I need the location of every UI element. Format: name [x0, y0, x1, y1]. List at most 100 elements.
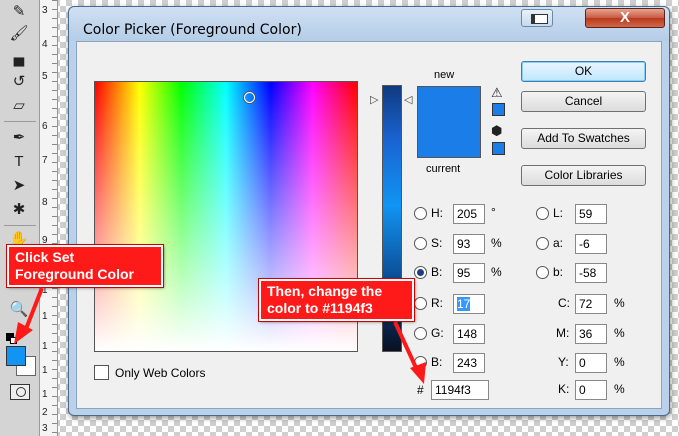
eraser-icon[interactable]: ▱	[6, 96, 32, 116]
ruler-number: 1	[42, 389, 48, 400]
red-field[interactable]: 17	[453, 294, 485, 314]
new-color-label: new	[434, 69, 455, 81]
lab-l-field[interactable]: 59	[575, 204, 607, 224]
default-colors-icon[interactable]	[6, 333, 17, 344]
quick-mask-icon[interactable]	[10, 384, 30, 400]
cyan-label: C:	[558, 296, 570, 310]
ruler-number: 1	[42, 311, 48, 322]
ruler-number: 3	[42, 423, 48, 434]
gamut-color-swatch[interactable]	[492, 103, 505, 116]
lab-b-label: b:	[553, 265, 564, 279]
lab-b-radio[interactable]	[536, 266, 549, 279]
percent-unit: %	[491, 265, 502, 279]
only-web-colors-checkbox[interactable]	[94, 365, 109, 380]
lab-b-field[interactable]: -58	[575, 263, 607, 283]
current-color-label: current	[426, 163, 461, 175]
ruler-number: 5	[42, 71, 48, 82]
lab-a-field[interactable]: -6	[575, 234, 607, 254]
history-brush-icon[interactable]: ↺	[6, 72, 32, 92]
black-label: K:	[558, 382, 570, 396]
percent-unit: %	[614, 326, 625, 340]
degree-unit: °	[491, 205, 496, 219]
saturation-field[interactable]: 93	[453, 234, 485, 254]
color-libraries-button[interactable]: Color Libraries	[521, 165, 646, 186]
blue-radio[interactable]	[414, 356, 427, 369]
ruler-number: 2	[42, 407, 48, 418]
close-button[interactable]: X	[585, 8, 665, 28]
callout-line: Then, change the	[267, 283, 383, 299]
lab-l-label: L:	[553, 206, 564, 220]
percent-unit: %	[614, 382, 625, 396]
color-preview	[417, 86, 481, 158]
dialog-titlebar[interactable]: Color Picker (Foreground Color) X	[69, 7, 669, 41]
ruler-number: 4	[42, 39, 48, 50]
black-field[interactable]: 0	[575, 380, 607, 400]
yellow-label: Y:	[558, 355, 569, 369]
blue-field[interactable]: 243	[453, 353, 485, 373]
callout-change-color: Then, change the color to #1194f3	[259, 279, 414, 321]
hex-field[interactable]: 1194f3	[431, 380, 489, 400]
brightness-radio[interactable]	[414, 266, 427, 279]
saturation-radio[interactable]	[414, 237, 427, 250]
toolbar-divider	[4, 121, 36, 122]
clone-stamp-icon[interactable]: ▄	[6, 48, 32, 68]
blue-label: B:	[431, 355, 443, 369]
window-mode-button[interactable]	[521, 9, 553, 27]
ok-button[interactable]: OK	[521, 61, 646, 82]
vertical-ruler: 3 4 5 6 7 8 9 1 1 1 1 1 2 3	[40, 0, 58, 436]
brightness-label: B:	[431, 265, 443, 279]
custom-shape-icon[interactable]: ✱	[6, 200, 32, 220]
lab-a-label: a:	[553, 236, 564, 250]
brush-icon[interactable]: 🖌	[6, 24, 32, 44]
hue-label: H:	[431, 206, 443, 220]
out-of-gamut-warning-icon[interactable]: ⚠	[491, 86, 503, 99]
magenta-label: M:	[556, 326, 570, 340]
ruler-number: 1	[42, 341, 48, 352]
callout-line: Click Set	[15, 249, 75, 265]
percent-unit: %	[614, 296, 625, 310]
hex-label: #	[417, 383, 424, 397]
percent-unit: %	[491, 236, 502, 250]
slider-right-arrow-icon[interactable]: ◁	[404, 95, 412, 106]
color-field-cursor[interactable]	[244, 92, 255, 103]
toolbar-divider	[4, 225, 36, 226]
web-safe-warning-icon[interactable]: ⬢	[491, 124, 502, 137]
brightness-field[interactable]: 95	[453, 263, 485, 283]
cyan-field[interactable]: 72	[575, 294, 607, 314]
dialog-body: Only Web Colors ▷ ◁ new current ⚠ ⬢ OK C…	[76, 41, 662, 409]
red-label: R:	[431, 296, 443, 310]
pen-icon[interactable]: ✒	[6, 128, 32, 148]
callout-line: Foreground Color	[15, 266, 134, 282]
red-radio[interactable]	[414, 297, 427, 310]
type-icon[interactable]: T	[6, 152, 32, 172]
lab-a-radio[interactable]	[536, 237, 549, 250]
healing-brush-icon[interactable]: ✎	[6, 2, 32, 22]
add-to-swatches-button[interactable]: Add To Swatches	[521, 128, 646, 149]
slider-left-arrow-icon[interactable]: ▷	[370, 95, 378, 106]
green-radio[interactable]	[414, 327, 427, 340]
hue-field[interactable]: 205	[453, 204, 485, 224]
hue-radio[interactable]	[414, 207, 427, 220]
current-color-preview[interactable]	[418, 122, 480, 157]
cancel-button[interactable]: Cancel	[521, 91, 646, 112]
callout-line: color to #1194f3	[267, 300, 373, 316]
ruler-number: 7	[42, 155, 48, 166]
red-value-selection: 17	[457, 297, 471, 311]
new-color-preview	[418, 87, 480, 122]
magenta-field[interactable]: 36	[575, 324, 607, 344]
path-selection-icon[interactable]: ➤	[6, 176, 32, 196]
dialog-title: Color Picker (Foreground Color)	[83, 22, 302, 38]
lab-l-radio[interactable]	[536, 207, 549, 220]
ruler-number: 8	[42, 197, 48, 208]
saturation-label: S:	[431, 236, 443, 250]
green-field[interactable]: 148	[453, 324, 485, 344]
yellow-field[interactable]: 0	[575, 353, 607, 373]
foreground-color-swatch[interactable]	[6, 346, 26, 366]
color-picker-dialog: Color Picker (Foreground Color) X Only W…	[68, 6, 670, 416]
only-web-colors-label: Only Web Colors	[115, 366, 206, 380]
web-safe-color-swatch[interactable]	[492, 142, 505, 155]
zoom-icon[interactable]: 🔍	[6, 300, 32, 320]
ruler-number: 3	[42, 5, 48, 16]
ruler-number: 1	[42, 365, 48, 376]
percent-unit: %	[614, 355, 625, 369]
